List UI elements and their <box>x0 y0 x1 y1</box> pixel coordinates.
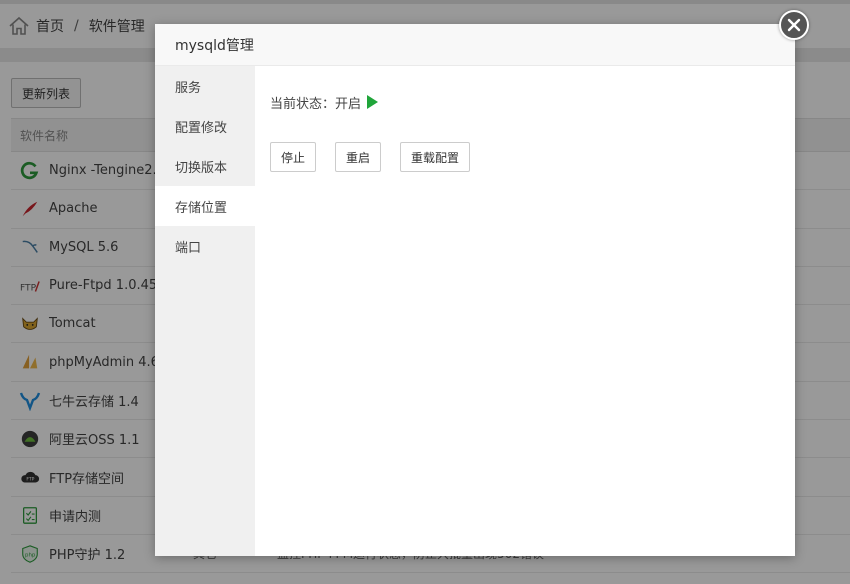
tab-port[interactable]: 端口 <box>155 226 255 266</box>
tab-label: 切换版本 <box>175 160 228 176</box>
status-label: 当前状态：开启 <box>270 96 362 112</box>
tab-label: 配置修改 <box>175 120 228 136</box>
tab-service[interactable]: 服务 <box>155 66 255 106</box>
dialog-title: mysqld管理 <box>175 37 254 54</box>
dialog-tabs: 服务 配置修改 切换版本 存储位置 端口 <box>155 66 255 556</box>
dialog-header: mysqld管理 <box>155 24 795 66</box>
tab-label: 服务 <box>175 80 202 96</box>
reload-config-button[interactable]: 重载配置 <box>400 142 470 172</box>
tab-switch-version[interactable]: 切换版本 <box>155 146 255 186</box>
service-actions: 停止 重启 重载配置 <box>270 142 470 172</box>
stop-button[interactable]: 停止 <box>270 142 316 172</box>
close-dialog-button[interactable] <box>779 10 809 40</box>
tab-label: 端口 <box>175 240 202 256</box>
dialog-body: 服务 配置修改 切换版本 存储位置 端口 当前状态：开启 停止 重启 重载配置 <box>155 66 795 556</box>
close-icon <box>787 18 801 32</box>
tab-label: 存储位置 <box>175 200 228 216</box>
tab-storage-location[interactable]: 存储位置 <box>155 186 255 226</box>
tab-config-edit[interactable]: 配置修改 <box>155 106 255 146</box>
play-icon <box>367 95 379 109</box>
mysqld-manage-dialog: mysqld管理 服务 配置修改 切换版本 存储位置 端口 当前状态：开启 停止… <box>155 24 795 556</box>
restart-button[interactable]: 重启 <box>335 142 381 172</box>
service-panel: 当前状态：开启 停止 重启 重载配置 <box>255 66 795 556</box>
service-status: 当前状态：开启 <box>270 94 780 112</box>
